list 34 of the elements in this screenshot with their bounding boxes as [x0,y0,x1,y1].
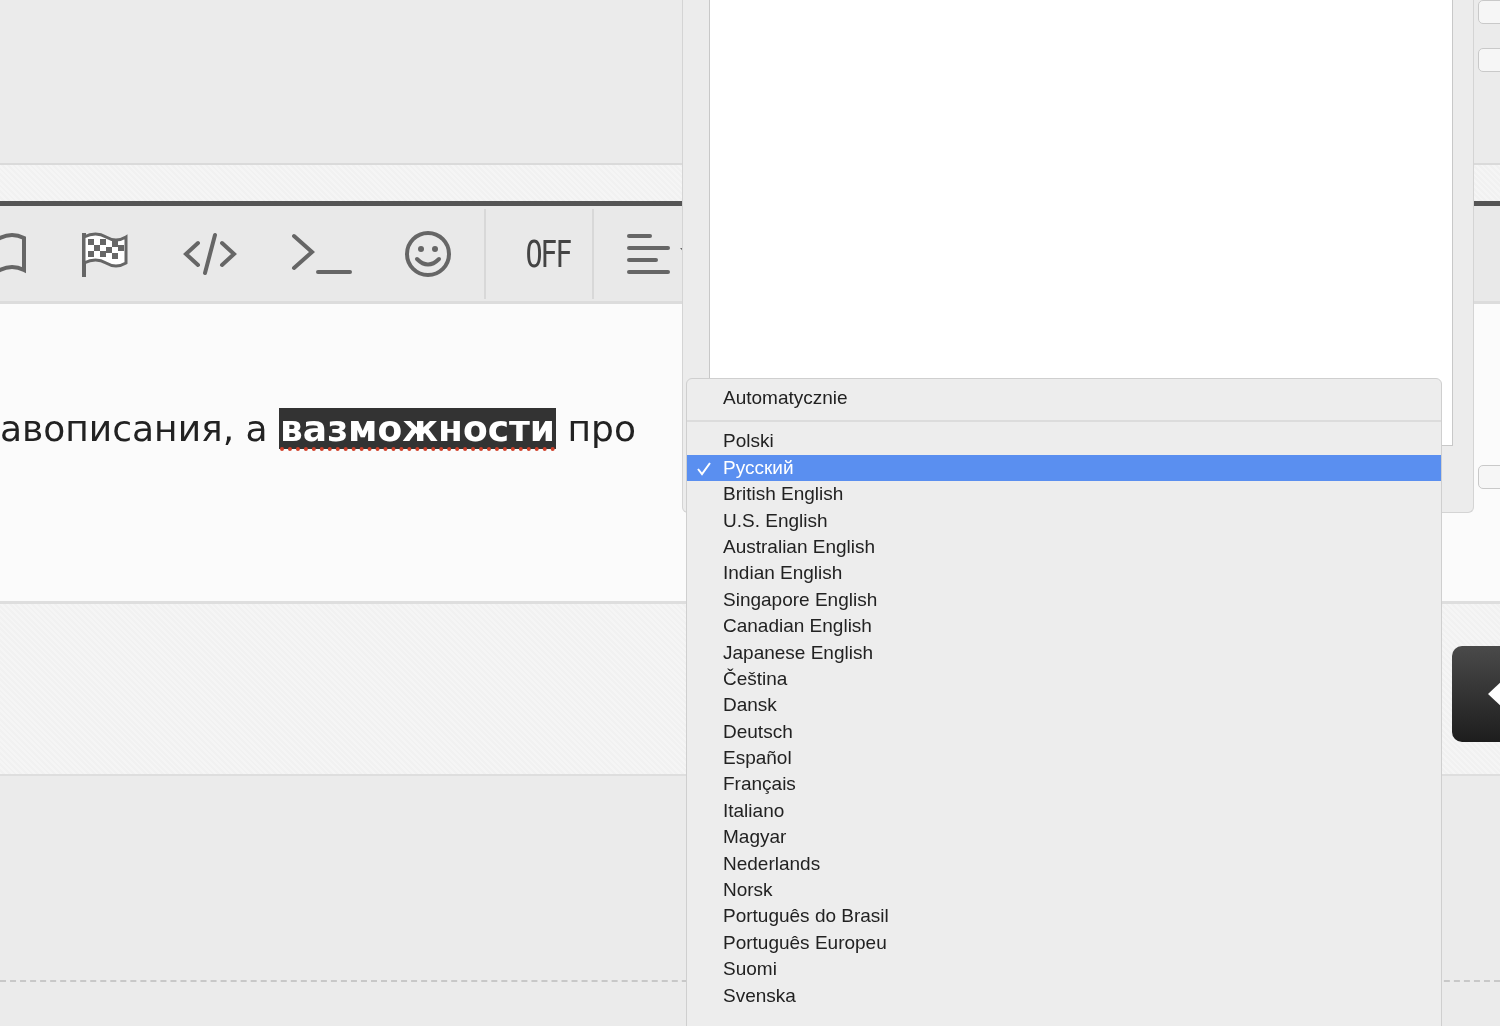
menu-item[interactable]: Dansk [687,692,1441,719]
menu-item[interactable]: Français [687,771,1441,798]
editor-text: авописания, а вазможности про [0,408,636,449]
menu-item[interactable]: Nederlands [687,850,1441,878]
menu-item[interactable]: Polski [687,428,1441,455]
book-icon[interactable] [0,231,26,276]
menu-item[interactable]: Australian English [687,533,1441,561]
arrow-button[interactable] [1452,646,1500,742]
menu-item[interactable]: Español [687,745,1441,772]
smiley-icon[interactable] [404,229,452,278]
menu-item[interactable]: Magyar [687,824,1441,851]
menu-item[interactable]: Singapore English [687,586,1441,614]
menu-item[interactable]: Norsk [687,877,1441,904]
menu-item[interactable]: Čeština [687,665,1441,693]
checkbox[interactable] [1478,48,1500,72]
checkbox[interactable] [1478,465,1500,489]
menu-item[interactable]: Português do Brasil [687,903,1441,930]
arrow-icon [1488,681,1500,707]
menu-item[interactable]: Svenska [687,982,1441,1009]
menu-item[interactable]: Suomi [687,956,1441,983]
menu-item[interactable]: Italiano [687,797,1441,825]
menu-item[interactable]: Canadian English [687,613,1441,640]
menu-item[interactable]: Automatycznie [687,385,1441,412]
menu-item[interactable]: British English [687,481,1441,508]
checkmark-icon [697,461,711,476]
menu-item[interactable]: Deutsch [687,718,1441,746]
menu-item[interactable]: Português Europeu [687,929,1441,957]
code-icon[interactable] [182,230,238,277]
off-toggle[interactable]: OFF [525,231,571,276]
terminal-icon[interactable] [290,231,352,276]
menu-item[interactable]: Japanese English [687,639,1441,666]
menu-item[interactable]: U.S. English [687,507,1441,534]
menu-item[interactable]: Indian English [687,560,1441,587]
checkbox[interactable] [1478,0,1500,24]
